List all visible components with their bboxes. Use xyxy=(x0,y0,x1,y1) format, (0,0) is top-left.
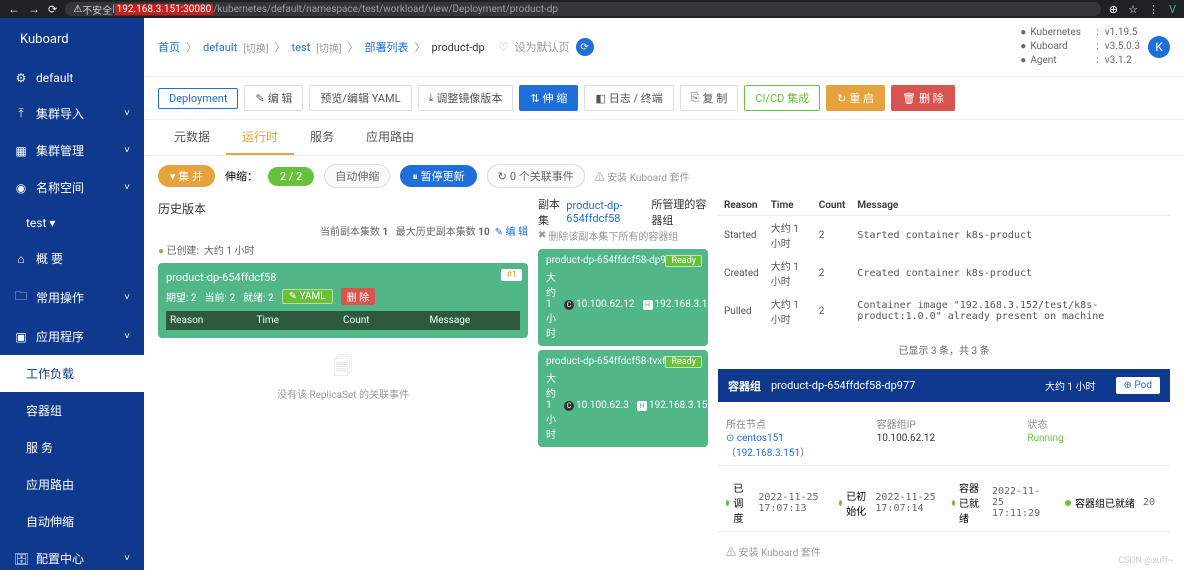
pause-button[interactable]: ⏸ 暂停更新 xyxy=(400,165,476,187)
table-row: Started大约 1 小时2Started container k8s-pro… xyxy=(718,216,1170,255)
url-bar[interactable]: ⚠ 不安全 | 192.168.3.151:30080 /kubernetes/… xyxy=(65,2,1101,16)
delete-pods[interactable]: ✖ 删除该副本集下所有的容器组 xyxy=(538,228,678,243)
sidebar-item[interactable]: 🗀常用操作˅ xyxy=(0,277,144,318)
sidebar-item[interactable]: ▣应用程序˅ xyxy=(0,318,144,355)
pod-card[interactable]: Readyproduct-dp-654ffdcf58-dp977大约 1 小时C… xyxy=(538,249,708,346)
crumb-deploy-list[interactable]: 部署列表 xyxy=(365,39,409,55)
reload-icon[interactable]: ⟳ xyxy=(48,3,57,16)
star-icon[interactable]: ☆ xyxy=(1128,3,1138,16)
sidebar-item[interactable]: 🗄配置中心˅ xyxy=(0,540,144,570)
edit-history[interactable]: ✎ 编 辑 xyxy=(495,227,528,238)
sidebar-item[interactable]: ◉名称空间˅ xyxy=(0,169,144,206)
url-host: 192.168.3.151:30080 xyxy=(115,4,214,15)
scale-button[interactable]: ⇅ 伸 缩 xyxy=(519,85,578,111)
deployment-badge: Deployment xyxy=(158,88,238,109)
top-nav: 首页 〉 default [切换] 〉 test [切换] 〉 部署列表 〉 p… xyxy=(144,18,1184,77)
refresh-button[interactable]: ⟳ xyxy=(576,38,594,56)
crumb-test[interactable]: test xyxy=(292,41,311,54)
sidebar-item[interactable]: ▦集群管理˅ xyxy=(0,132,144,169)
crumb-current: product-dp xyxy=(432,41,485,54)
scale-ratio: 2 / 2 xyxy=(268,167,314,186)
edit-button[interactable]: ✎ 编 辑 xyxy=(244,85,303,111)
crumb-home[interactable]: 首页 xyxy=(158,39,180,55)
replicaset-title: 副本集 product-dp-654ffdcf58 所管理的容器组 xyxy=(538,196,708,228)
replicaset-card[interactable]: #1 product-dp-654ffdcf58 期望: 2 当前: 2 就绪:… xyxy=(158,263,528,338)
tabs: 元数据 运行时 服务 应用路由 xyxy=(144,120,1184,156)
logo: Kuboard xyxy=(0,18,144,61)
sidebar-item[interactable]: 容器组 xyxy=(0,392,144,429)
install-tip: ⚠ 安装 Kuboard 套件 xyxy=(595,169,690,184)
breadcrumb: 首页 〉 default [切换] 〉 test [切换] 〉 部署列表 〉 p… xyxy=(158,38,594,56)
auto-scale-button[interactable]: 自动伸缩 xyxy=(324,164,390,188)
cicd-button[interactable]: CI/CD 集成 xyxy=(744,85,820,111)
pod-status-row: 已调度2022-11-25 17:07:13 已初始化2022-11-25 17… xyxy=(718,474,1170,532)
pod-button[interactable]: ⊕ Pod xyxy=(1116,377,1160,394)
sidebar: Kuboard ⚙ default ⤒集群导入˅▦集群管理˅◉名称空间˅test… xyxy=(0,18,144,570)
sidebar-item[interactable]: test ▾ xyxy=(0,206,144,240)
action-pills: ▾ 集 并 伸缩： 2 / 2 自动伸缩 ⏸ 暂停更新 ↻ 0 个关联事件 ⚠ … xyxy=(144,156,1184,196)
table-row: Pulled大约 1 小时2Container image "192.168.3… xyxy=(718,292,1170,330)
avatar[interactable]: K xyxy=(1148,36,1170,58)
empty-events: 🗐 没有该 ReplicaSet 的关联事件 xyxy=(158,338,528,415)
tab-metadata[interactable]: 元数据 xyxy=(158,120,226,155)
nav-default[interactable]: ⚙ default xyxy=(0,61,144,95)
toolbar: Deployment ✎ 编 辑 预览/编辑 YAML ⤓ 调整镜像版本 ⇅ 伸… xyxy=(144,77,1184,120)
collapse-button[interactable]: ▾ 集 并 xyxy=(158,165,215,187)
pod-card[interactable]: Readyproduct-dp-654ffdcf58-tvxf6大约 1 小时C… xyxy=(538,350,708,447)
copy-button[interactable]: ⎘ 复 制 xyxy=(680,85,739,111)
restart-button[interactable]: ↻ 重 启 xyxy=(826,85,885,111)
rs-delete[interactable]: 删 除 xyxy=(341,288,375,305)
back-icon[interactable]: ← xyxy=(8,2,20,16)
sidebar-item[interactable]: 自动伸缩 xyxy=(0,503,144,540)
rs-yaml[interactable]: ✎ YAML xyxy=(282,289,333,304)
delete-button[interactable]: 🗑 删 除 xyxy=(891,85,955,111)
sidebar-item[interactable]: ⌂概 要 xyxy=(0,240,144,277)
insecure-icon: ⚠ xyxy=(73,4,82,15)
logs-button[interactable]: ◧ 日志 / 终端 xyxy=(584,85,673,111)
crumb-default[interactable]: default xyxy=(203,41,237,54)
sidebar-item[interactable]: ⤒集群导入˅ xyxy=(0,95,144,132)
insecure-label: 不安全 xyxy=(82,2,112,17)
adjust-button[interactable]: ⤓ 调整镜像版本 xyxy=(418,85,514,111)
empty-icon: 🗐 xyxy=(172,352,514,386)
gear-icon: ⚙ xyxy=(14,71,28,85)
forward-icon[interactable]: → xyxy=(28,2,40,16)
yaml-button[interactable]: 预览/编辑 YAML xyxy=(309,85,411,111)
sidebar-item[interactable]: 应用路由 xyxy=(0,466,144,503)
tab-service[interactable]: 服务 xyxy=(294,120,350,155)
watermark: CSDN @xuff~ xyxy=(1118,556,1174,566)
sidebar-item[interactable]: 工作负载 xyxy=(0,355,144,392)
pod-header: 容器组 product-dp-654ffdcf58-dp977 大约 1 小时 … xyxy=(718,369,1170,402)
url-path: /kubernetes/default/namespace/test/workl… xyxy=(213,4,558,15)
menu-icon[interactable]: ⋮ xyxy=(1148,3,1159,16)
browser-chrome: ← → ⟳ ⚠ 不安全 | 192.168.3.151:30080 /kuber… xyxy=(0,0,1184,18)
version-info: ●Kubernetes:v1.19.5 ●Kuboard:v3.5.0.3 ●A… xyxy=(1020,26,1140,68)
pod-info-grid: 所在节点⊙ centos151（192.168.3.151） 容器组IP10.1… xyxy=(718,410,1170,466)
sidebar-item[interactable]: 服 务 xyxy=(0,429,144,466)
tab-route[interactable]: 应用路由 xyxy=(350,120,430,155)
table-row: Created大约 1 小时2Created container k8s-pro… xyxy=(718,254,1170,292)
tab-runtime[interactable]: 运行时 xyxy=(226,120,294,155)
password-icon[interactable]: ⊕ xyxy=(1109,3,1118,16)
events-table: ReasonTimeCountMessage Started大约 1 小时2St… xyxy=(718,196,1170,330)
history-panel: 历史版本 当前副本集数 1 最大历史副本集数 10 ✎ 编 辑 ● 已创建: 大… xyxy=(158,196,528,415)
vue-icon[interactable]: V xyxy=(1169,3,1176,16)
events-button[interactable]: ↻ 0 个关联事件 xyxy=(487,164,585,188)
